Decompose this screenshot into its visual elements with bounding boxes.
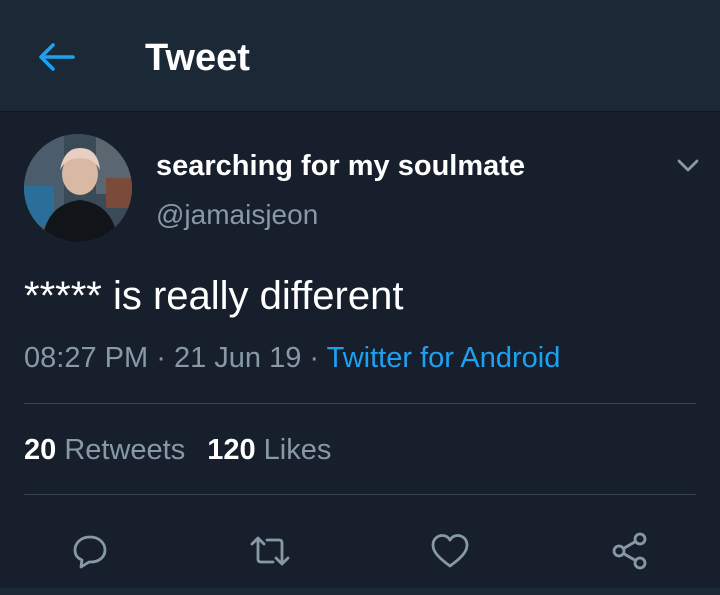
back-button[interactable] — [30, 34, 82, 80]
tweet-source-link[interactable]: Twitter for Android — [327, 342, 561, 374]
tweet-actions — [0, 520, 720, 580]
retweet-icon — [250, 536, 290, 566]
arrow-left-icon — [39, 43, 75, 71]
avatar[interactable] — [24, 134, 132, 242]
avatar-image — [24, 134, 132, 242]
more-options-button[interactable] — [672, 150, 704, 182]
share-icon — [612, 532, 647, 570]
tweet-metadata: 08:27 PM · 21 Jun 19 · Twitter for Andro… — [24, 340, 560, 376]
bottom-edge — [0, 588, 720, 595]
meta-separator: · — [309, 342, 320, 374]
meta-separator: · — [156, 342, 166, 374]
page-title: Tweet — [145, 37, 250, 79]
reply-button[interactable] — [67, 528, 113, 574]
like-button[interactable] — [427, 528, 473, 574]
engagement-stats: 20 Retweets 120 Likes — [24, 432, 331, 468]
reply-icon — [73, 535, 107, 569]
heart-icon — [431, 534, 469, 568]
top-app-bar: Tweet — [0, 0, 720, 112]
retweets-label: Retweets — [64, 434, 186, 466]
tweet-text: ***** is really different — [24, 274, 404, 318]
retweets-count: 20 — [24, 434, 57, 466]
likes-label: Likes — [263, 434, 332, 466]
retweets-stat[interactable]: 20 Retweets — [24, 434, 185, 466]
user-handle[interactable]: @jamaisjeon — [156, 198, 318, 232]
display-name[interactable]: searching for my soulmate — [156, 148, 525, 184]
divider — [24, 403, 696, 404]
retweet-button[interactable] — [247, 528, 293, 574]
likes-stat[interactable]: 120 Likes — [207, 434, 331, 466]
tweet-date: 21 Jun 19 — [173, 342, 302, 374]
divider — [24, 494, 696, 495]
likes-count: 120 — [207, 434, 256, 466]
share-button[interactable] — [607, 528, 653, 574]
tweet-detail: searching for my soulmate @jamaisjeon **… — [0, 112, 720, 595]
chevron-down-icon — [677, 159, 699, 172]
tweet-time: 08:27 PM — [24, 342, 149, 374]
